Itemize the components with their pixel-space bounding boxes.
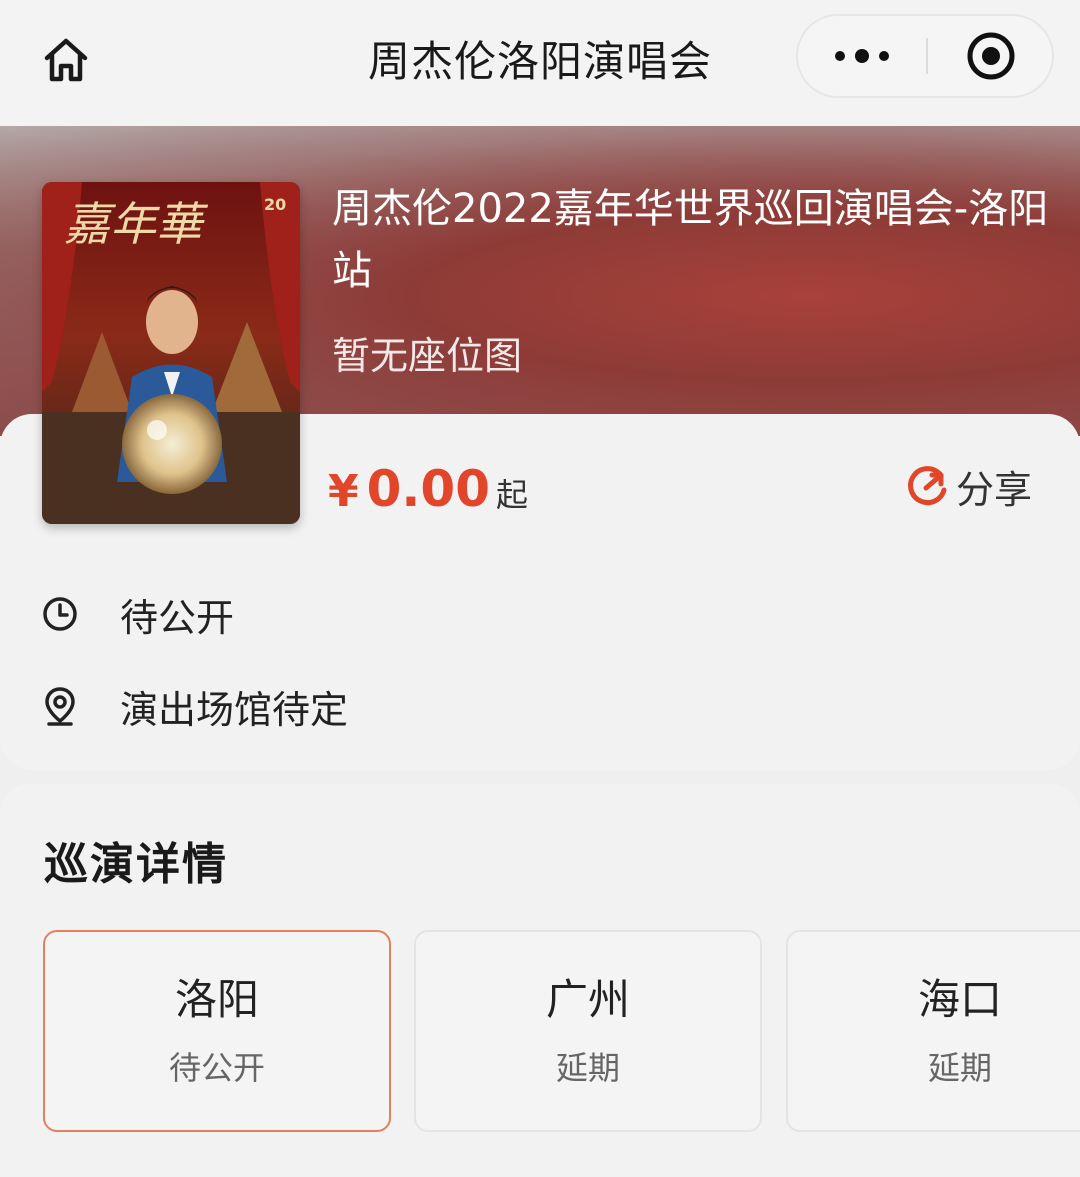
- more-button[interactable]: [798, 16, 926, 96]
- share-icon: [908, 466, 947, 506]
- event-venue-text: 演出场馆待定: [120, 687, 349, 732]
- event-poster[interactable]: 嘉年華 20: [42, 182, 300, 524]
- event-time-row: 待公开: [40, 586, 234, 642]
- share-button[interactable]: 分享: [906, 460, 1032, 512]
- city-status: 延期: [555, 1049, 620, 1087]
- poster-image: 嘉年華 20: [42, 182, 300, 524]
- price-suffix: 起: [496, 476, 529, 514]
- event-venue-row[interactable]: 演出场馆待定: [40, 678, 348, 734]
- event-title: 周杰伦2022嘉年华世界巡回演唱会-洛阳站: [332, 186, 1049, 294]
- share-label: 分享: [956, 467, 1033, 512]
- event-time-text: 待公开: [120, 595, 235, 640]
- clock-icon: [40, 594, 80, 634]
- close-button[interactable]: [930, 16, 1052, 96]
- mini-program-capsule: [796, 14, 1054, 98]
- tour-details-heading: 巡演详情: [44, 839, 228, 890]
- navigation-bar: 周杰伦洛阳演唱会: [0, 0, 1080, 126]
- price-currency: ¥: [328, 466, 359, 517]
- city-name: 洛阳: [174, 975, 259, 1024]
- seat-map-note: 暂无座位图: [332, 334, 523, 378]
- poster-badge-text: 20: [264, 195, 286, 214]
- tour-city-card-luoyang[interactable]: 洛阳 待公开: [43, 930, 391, 1132]
- city-status: 延期: [927, 1049, 992, 1087]
- city-name: 广州: [545, 975, 630, 1024]
- city-name: 海口: [917, 975, 1002, 1024]
- tour-city-card-guangzhou[interactable]: 广州 延期: [414, 930, 762, 1132]
- more-dots-icon: [835, 49, 889, 63]
- target-close-icon: [967, 32, 1015, 80]
- poster-title-text: 嘉年華: [64, 197, 209, 251]
- city-status: 待公开: [168, 1049, 265, 1087]
- tour-city-card-haikou[interactable]: 海口 延期: [786, 930, 1080, 1132]
- price-value: 0.00: [366, 460, 490, 518]
- price-display: ¥ 0.00 起: [328, 460, 528, 518]
- capsule-divider: [926, 38, 928, 74]
- location-pin-icon: [40, 686, 80, 726]
